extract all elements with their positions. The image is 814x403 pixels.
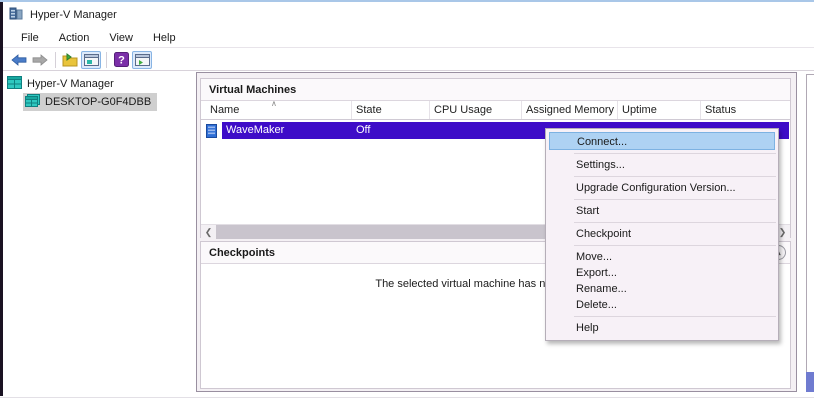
vm-name: WaveMaker [226, 124, 284, 136]
vm-context-menu: Connect... Settings... Upgrade Configura… [545, 128, 779, 341]
context-menu-checkpoint[interactable]: Checkpoint [546, 226, 778, 242]
menu-bar: File Action View Help [3, 28, 814, 48]
column-cpu-usage[interactable]: CPU Usage [430, 101, 522, 119]
console-window-icon[interactable] [81, 51, 101, 69]
hyperv-manager-window: Hyper-V Manager File Action View Help [0, 0, 814, 403]
window-title: Hyper-V Manager [30, 9, 117, 21]
action-pane-icon[interactable] [132, 51, 152, 69]
context-menu-export[interactable]: Export... [546, 265, 778, 281]
menu-action[interactable]: Action [49, 30, 100, 46]
server-icon [25, 94, 40, 110]
context-menu-connect[interactable]: Connect... [549, 132, 775, 150]
tree-root-label: Hyper-V Manager [27, 78, 114, 90]
sort-asc-icon: ∧ [271, 101, 277, 108]
context-menu-help[interactable]: Help [546, 320, 778, 336]
window-bottom-border [0, 397, 814, 398]
app-icon [9, 7, 24, 24]
menu-separator [574, 153, 776, 154]
server-label: DESKTOP-G0F4DBB [45, 96, 151, 108]
actions-pane-edge [806, 74, 814, 392]
column-uptime[interactable]: Uptime [618, 101, 701, 119]
menu-help[interactable]: Help [143, 30, 186, 46]
tree-root-hyperv-manager[interactable]: Hyper-V Manager [4, 76, 194, 92]
actions-pane-fragment [806, 372, 814, 392]
context-menu-rename[interactable]: Rename... [546, 281, 778, 297]
menu-view[interactable]: View [99, 30, 143, 46]
toolbar-separator [55, 52, 56, 68]
vm-table-header: ∧ Name State CPU Usage Assigned Memory U… [201, 101, 790, 120]
menu-separator [574, 222, 776, 223]
console-root-icon [7, 76, 22, 92]
forward-icon[interactable] [30, 51, 50, 69]
back-icon[interactable] [9, 51, 29, 69]
context-menu-delete[interactable]: Delete... [546, 297, 778, 313]
virtual-machines-header: Virtual Machines [201, 79, 790, 101]
vm-icon [206, 124, 217, 141]
context-menu-upgrade-configuration-version[interactable]: Upgrade Configuration Version... [546, 180, 778, 196]
menu-separator [574, 316, 776, 317]
vm-state: Off [356, 124, 370, 136]
toolbar: ? [3, 49, 814, 71]
menu-separator [574, 245, 776, 246]
toolbar-separator [106, 52, 107, 68]
console-tree: Hyper-V Manager DESKTOP-G0F4DBB [4, 72, 194, 392]
context-menu-start[interactable]: Start [546, 203, 778, 219]
context-menu-settings[interactable]: Settings... [546, 157, 778, 173]
column-name[interactable]: ∧ Name [201, 101, 352, 119]
menu-file[interactable]: File [11, 30, 49, 46]
title-bar: Hyper-V Manager [3, 2, 814, 28]
scroll-left-icon[interactable]: ❮ [201, 225, 216, 239]
svg-text:?: ? [118, 55, 125, 67]
menu-separator [574, 176, 776, 177]
context-menu-move[interactable]: Move... [546, 249, 778, 265]
column-state[interactable]: State [352, 101, 430, 119]
column-status[interactable]: Status [701, 101, 790, 119]
column-assigned-memory[interactable]: Assigned Memory [522, 101, 618, 119]
menu-separator [574, 199, 776, 200]
help-icon[interactable]: ? [111, 51, 131, 69]
tree-item-server[interactable]: DESKTOP-G0F4DBB [23, 94, 194, 110]
show-console-tree-icon[interactable] [60, 51, 80, 69]
